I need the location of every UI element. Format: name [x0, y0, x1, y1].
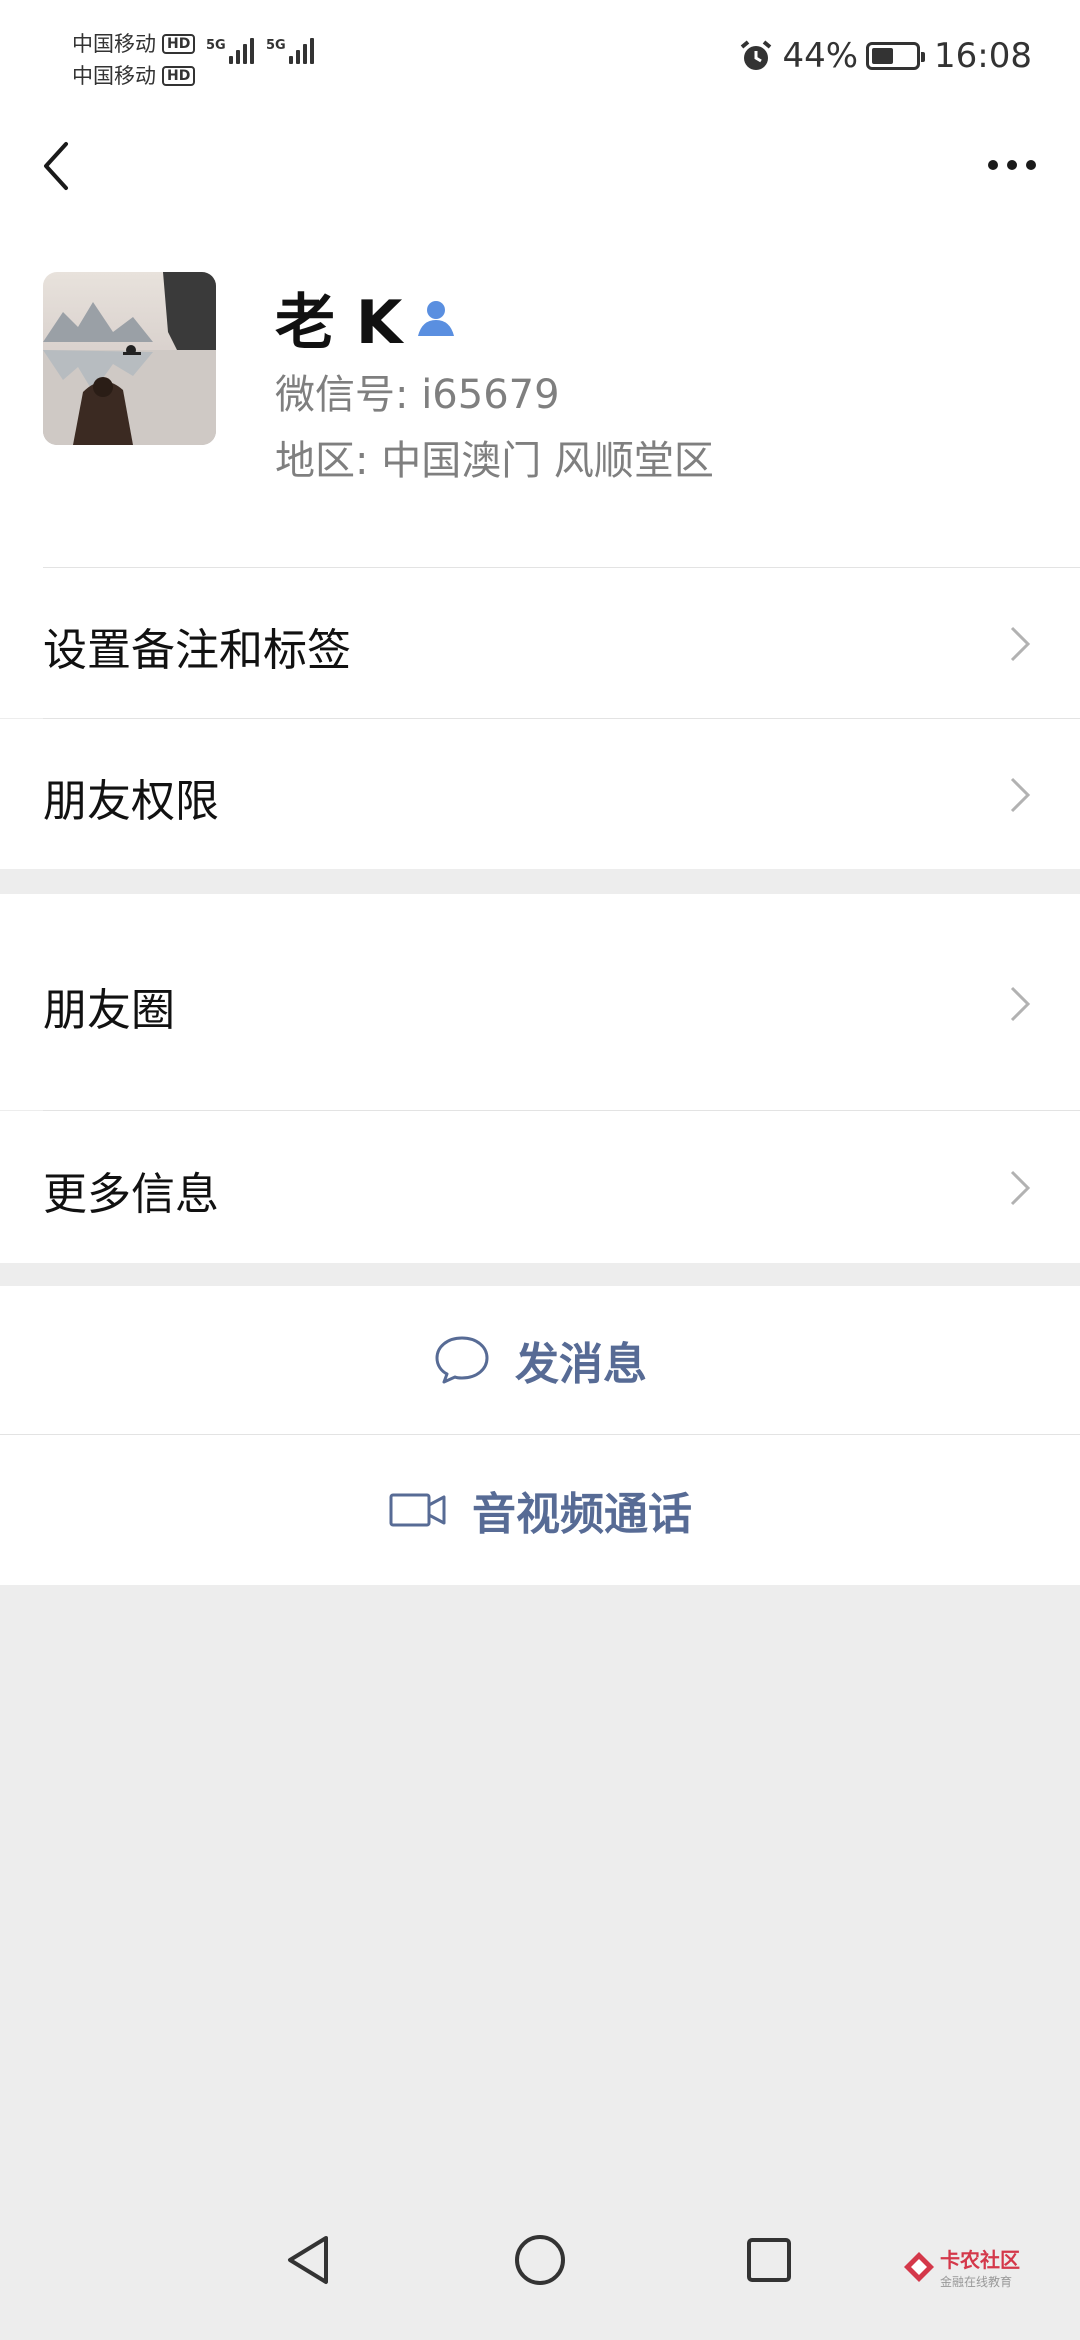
alarm-icon	[741, 40, 772, 70]
status-right: 44% 16:08	[738, 36, 1032, 76]
video-camera-icon	[389, 1493, 446, 1527]
carrier-1: 中国移动	[72, 32, 156, 56]
region: 地区: 中国澳门 风顺堂区	[275, 438, 714, 484]
battery-percent: 44%	[782, 36, 859, 76]
profile-header: 老 K 微信号: i65679 地区: 中国澳门 风顺堂区	[0, 210, 1080, 568]
menu-item-label: 朋友圈	[43, 985, 175, 1036]
chevron-right-icon	[1010, 626, 1031, 662]
status-bar: 中国移动 HD 中国移动 HD 5G 5G 44% 16:08	[0, 0, 1080, 120]
send-message-button[interactable]: 发消息	[0, 1286, 1080, 1434]
avatar[interactable]	[43, 272, 216, 445]
menu-item-label: 朋友权限	[43, 776, 219, 827]
divider	[43, 718, 1080, 719]
network-type: 5G	[266, 38, 286, 53]
contact-name: 老 K	[275, 274, 458, 361]
menu-item-moments[interactable]: 朋友圈	[0, 894, 1080, 1110]
nav-recent-icon[interactable]	[744, 2232, 794, 2288]
nav-back-icon[interactable]	[282, 2232, 334, 2288]
back-arrow-icon[interactable]	[38, 138, 78, 194]
nav-bar	[0, 120, 1080, 210]
chevron-right-icon	[1010, 986, 1031, 1022]
chat-bubble-icon	[435, 1336, 489, 1384]
watermark: 卡农社区 金融在线教育	[902, 2244, 1020, 2290]
contact-badge-icon	[418, 300, 455, 336]
nav-home-icon[interactable]	[512, 2232, 568, 2288]
send-message-label: 发消息	[515, 1339, 647, 1390]
network-type: 5G	[206, 38, 226, 53]
system-nav-bar: 卡农社区 金融在线教育	[0, 2180, 1080, 2340]
more-dots-icon[interactable]	[988, 160, 1036, 170]
signal-icon: 5G	[206, 38, 257, 64]
video-call-button[interactable]: 音视频通话	[0, 1435, 1080, 1585]
divider	[43, 1110, 1080, 1111]
menu-item-more-info[interactable]: 更多信息	[0, 1111, 1080, 1263]
chevron-right-icon	[1010, 1170, 1031, 1206]
battery-icon	[866, 42, 926, 70]
chevron-right-icon	[1010, 777, 1031, 813]
watermark-title: 卡农社区	[940, 2248, 1020, 2272]
divider	[0, 1434, 1080, 1435]
clock: 16:08	[934, 36, 1032, 76]
menu-item-friend-permissions[interactable]: 朋友权限	[0, 719, 1080, 869]
kanong-logo-icon	[904, 2252, 934, 2282]
menu-item-remark-tags[interactable]: 设置备注和标签	[0, 568, 1080, 718]
signal-icon: 5G	[266, 38, 317, 64]
wechat-id: 微信号: i65679	[275, 372, 560, 418]
watermark-subtitle: 金融在线教育	[940, 2275, 1013, 2289]
menu-item-label: 更多信息	[43, 1169, 219, 1220]
hd-badge: HD	[162, 34, 196, 54]
menu-item-label: 设置备注和标签	[43, 625, 351, 676]
hd-badge: HD	[162, 66, 196, 86]
carrier-info: 中国移动 HD 中国移动 HD	[72, 28, 196, 92]
carrier-2: 中国移动	[72, 64, 156, 88]
contact-name-text: 老 K	[275, 288, 403, 358]
video-call-label: 音视频通话	[472, 1489, 692, 1540]
